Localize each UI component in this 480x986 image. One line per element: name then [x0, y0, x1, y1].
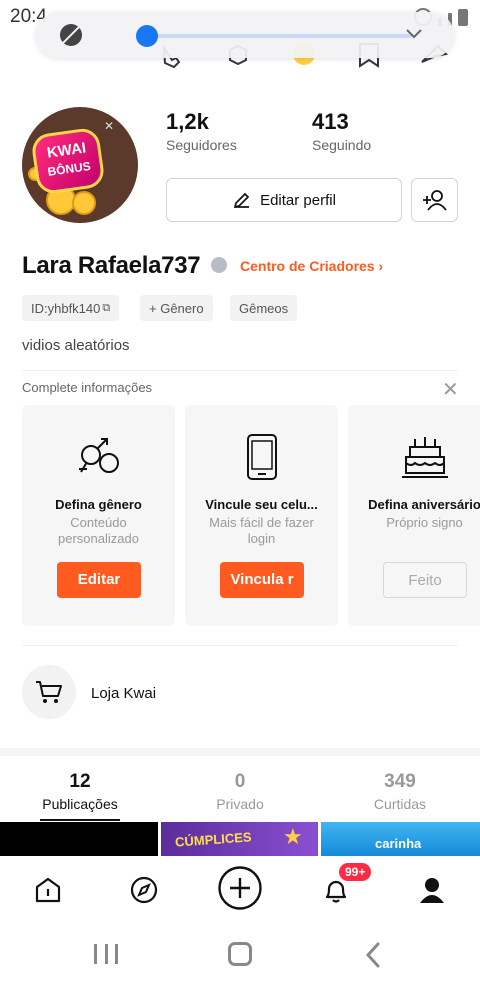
posts-grid: CÚMPLICES ★ carinha: [0, 822, 480, 856]
id-chip-label: ID:yhbfk140: [31, 300, 101, 316]
link-phone-button[interactable]: Vincula r: [220, 562, 304, 598]
media-progress-knob[interactable]: [136, 25, 158, 47]
copy-icon: ⧉: [102, 301, 111, 314]
back-icon[interactable]: [366, 942, 382, 968]
notification-badge: 99+: [337, 861, 374, 883]
card-subtitle: Mais fácil de fazer login: [209, 515, 314, 546]
card-birthday[interactable]: Defina aniversário Próprio signo Feito: [348, 405, 480, 626]
create-icon: [218, 866, 262, 910]
thumbnail-text: CÚMPLICES: [174, 829, 252, 850]
screen: 20:4 KWAI BÔNUS ✕ 1,2k Seguidores 413 Se…: [0, 0, 480, 986]
post-thumbnail[interactable]: carinha: [321, 822, 480, 856]
divider: [22, 645, 458, 646]
post-thumbnail[interactable]: CÚMPLICES ★: [161, 822, 318, 856]
chevron-down-icon[interactable]: [404, 23, 424, 43]
following-count[interactable]: 413: [312, 109, 349, 135]
nav-create[interactable]: [216, 864, 264, 912]
gender-chip[interactable]: + Gênero: [140, 295, 213, 321]
edit-gender-button[interactable]: Editar: [57, 562, 141, 598]
post-thumbnail[interactable]: [0, 822, 158, 856]
profile-name: Lara Rafaela737: [22, 252, 201, 279]
card-subtitle: Conteúdo personalizado: [58, 515, 139, 546]
nav-profile[interactable]: [412, 872, 452, 908]
tab-private[interactable]: Privado: [180, 796, 300, 812]
cake-icon: [401, 437, 448, 478]
kwai-bonus-badge: KWAI BÔNUS: [30, 126, 106, 196]
battery-icon: [458, 9, 468, 26]
edit-profile-button[interactable]: Editar perfil: [166, 178, 402, 222]
avatar[interactable]: KWAI BÔNUS ✕: [22, 107, 138, 223]
card-title: Vincule seu celu...: [205, 497, 318, 512]
tab-likes[interactable]: Curtidas: [340, 796, 460, 812]
tab-posts[interactable]: Publicações: [20, 796, 140, 812]
shop-icon-wrap[interactable]: [22, 665, 76, 719]
creators-center-label: Centro de Criadores: [240, 258, 375, 274]
gender-icon-wrap: [22, 433, 175, 481]
shop-label[interactable]: Loja Kwai: [91, 685, 156, 702]
home-icon: [35, 877, 61, 903]
card-phone[interactable]: Vincule seu celu... Mais fácil de fazer …: [185, 405, 338, 626]
bottom-nav: [0, 856, 480, 922]
add-user-icon: [422, 190, 447, 211]
nav-discover[interactable]: [124, 872, 164, 908]
card-gender[interactable]: Defina gênero Conteúdo personalizado Edi…: [22, 405, 175, 626]
phone-icon-wrap: [185, 433, 338, 481]
system-nav-bar: [0, 922, 480, 986]
media-progress-track[interactable]: [146, 34, 412, 38]
zodiac-chip[interactable]: Gêmeos: [230, 295, 298, 321]
gender-icon: [78, 438, 119, 473]
tab-private-count[interactable]: 0: [180, 771, 300, 793]
creators-center-link[interactable]: Centro de Criadores ›: [240, 258, 383, 274]
cake-icon-wrap: [348, 433, 480, 481]
followers-label[interactable]: Seguidores: [166, 137, 237, 153]
close-icon[interactable]: ✕: [442, 377, 459, 402]
id-chip[interactable]: ID:yhbfk140 ⧉: [22, 295, 120, 321]
phone-icon: [246, 434, 277, 480]
card-subtitle: Próprio signo: [386, 515, 463, 530]
profile-icon: [420, 878, 444, 903]
tab-likes-count[interactable]: 349: [340, 771, 460, 793]
mute-icon[interactable]: [60, 24, 82, 46]
card-title: Defina aniversário: [368, 497, 480, 512]
active-tab-indicator: [40, 819, 120, 821]
thumbnail-text: carinha: [375, 836, 422, 851]
home-button-icon[interactable]: [228, 942, 252, 966]
profile-bio: vidios aleatórios: [22, 337, 130, 354]
followers-count[interactable]: 1,2k: [166, 109, 209, 135]
card-title: Defina gênero: [55, 497, 142, 512]
tab-posts-count[interactable]: 12: [20, 771, 140, 793]
edit-profile-label: Editar perfil: [260, 191, 336, 209]
close-icon: ✕: [103, 119, 114, 133]
following-label[interactable]: Seguindo: [312, 137, 371, 153]
discover-icon: [130, 876, 158, 904]
verified-hexagon-icon[interactable]: [211, 257, 227, 273]
coin-decoration: [72, 191, 96, 215]
section-divider: [0, 748, 480, 756]
pencil-icon: [233, 192, 250, 209]
recent-apps-icon[interactable]: [94, 944, 118, 964]
divider: [22, 370, 458, 371]
media-control-pill[interactable]: [36, 12, 454, 58]
complete-info-title: Complete informações: [22, 380, 153, 395]
birthday-done-button[interactable]: Feito: [383, 562, 467, 598]
add-friend-button[interactable]: [411, 178, 458, 222]
nav-home[interactable]: [28, 872, 68, 908]
star-icon: ★: [283, 824, 303, 849]
cart-icon: [36, 681, 62, 703]
